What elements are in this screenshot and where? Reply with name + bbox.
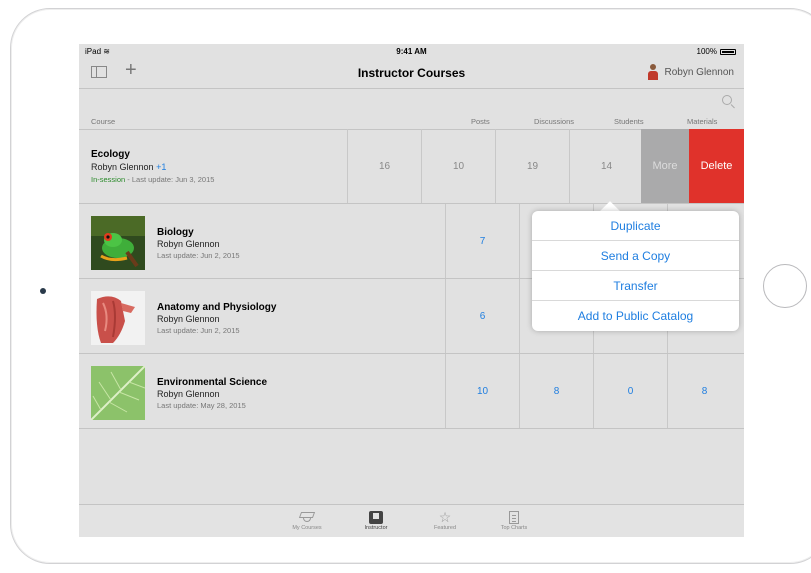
course-title: Anatomy and Physiology xyxy=(157,302,277,313)
course-update: Last update: Jun 2, 2015 xyxy=(157,326,240,335)
popover-send-a-copy[interactable]: Send a Copy xyxy=(532,241,739,271)
cell-posts[interactable]: 16 xyxy=(347,129,421,203)
course-title: Biology xyxy=(157,227,194,238)
course-thumbnail-leaf xyxy=(91,366,145,420)
tab-label: Featured xyxy=(433,525,456,531)
header-posts[interactable]: Posts xyxy=(471,117,490,126)
cell-students[interactable]: 19 xyxy=(495,129,569,203)
app-screen: iPad ≋ 9:41 AM 100% + Instructor Courses… xyxy=(79,44,744,537)
cell-discussions[interactable]: 10 xyxy=(421,129,495,203)
status-time: 9:41 AM xyxy=(396,47,427,56)
course-update: Last update: Jun 2, 2015 xyxy=(157,251,240,260)
cell-materials[interactable]: 8 xyxy=(667,354,741,428)
tab-featured[interactable]: ☆ Featured xyxy=(410,508,480,532)
header-course[interactable]: Course xyxy=(91,117,115,126)
course-author: Robyn Glennon xyxy=(157,239,220,249)
column-headers: Course Posts Discussions Students Materi… xyxy=(79,113,744,130)
popover-add-to-public-catalog[interactable]: Add to Public Catalog xyxy=(532,301,739,331)
course-thumbnail-anatomy xyxy=(91,291,145,345)
battery-icon xyxy=(720,48,736,55)
course-title: Environmental Science xyxy=(157,377,268,388)
front-camera xyxy=(40,288,46,294)
list-icon xyxy=(509,510,519,524)
avatar xyxy=(647,64,659,80)
tab-label: Instructor xyxy=(364,525,388,531)
status-badge: In-session xyxy=(91,175,126,184)
tab-label: Top Charts xyxy=(500,525,528,531)
graduation-cap-icon xyxy=(299,511,315,523)
popover-transfer[interactable]: Transfer xyxy=(532,271,739,301)
cell-posts[interactable]: 7 xyxy=(445,204,519,278)
status-battery: 100% xyxy=(697,47,736,56)
course-author: Robyn Glennon xyxy=(157,314,220,324)
cell-posts[interactable]: 6 xyxy=(445,279,519,353)
course-thumbnail-frog xyxy=(91,216,145,270)
course-author: Robyn Glennon xyxy=(157,389,220,399)
delete-button[interactable]: Delete xyxy=(689,129,744,203)
header-materials[interactable]: Materials xyxy=(687,117,717,126)
more-button[interactable]: More xyxy=(641,129,689,203)
tab-top-charts[interactable]: Top Charts xyxy=(479,509,549,531)
user-profile[interactable]: Robyn Glennon xyxy=(647,64,735,80)
header-discussions[interactable]: Discussions xyxy=(534,117,574,126)
course-update: Last update: May 28, 2015 xyxy=(157,401,246,410)
page-title: Instructor Courses xyxy=(357,66,466,80)
star-icon: ☆ xyxy=(438,508,452,525)
table-row-ecology[interactable]: Ecology Robyn Glennon +1 In-session - La… xyxy=(79,129,744,204)
tab-my-courses[interactable]: My Courses xyxy=(272,509,342,531)
popover-duplicate[interactable]: Duplicate xyxy=(532,211,739,241)
cell-discussions[interactable]: 8 xyxy=(519,354,593,428)
home-button[interactable] xyxy=(763,264,807,308)
instructor-icon xyxy=(369,510,383,524)
user-name: Robyn Glennon xyxy=(664,66,735,78)
cell-materials[interactable]: 14 xyxy=(569,129,643,203)
table-row-environmental-science[interactable]: Environmental Science Robyn Glennon Last… xyxy=(79,354,744,429)
co-instructor-count[interactable]: +1 xyxy=(156,162,166,172)
tab-label: My Courses xyxy=(292,525,322,531)
course-author: Robyn Glennon +1 xyxy=(91,162,167,172)
tab-instructor[interactable]: Instructor xyxy=(341,509,411,531)
navigation-bar: + Instructor Courses Robyn Glennon xyxy=(79,58,744,89)
search-row xyxy=(79,89,744,113)
cell-posts[interactable]: 10 xyxy=(445,354,519,428)
course-title: Ecology xyxy=(91,149,130,160)
course-update: In-session - Last update: Jun 3, 2015 xyxy=(91,175,215,184)
header-students[interactable]: Students xyxy=(614,117,644,126)
cell-students[interactable]: 0 xyxy=(593,354,667,428)
more-actions-popover: Duplicate Send a Copy Transfer Add to Pu… xyxy=(532,211,739,331)
status-bar: iPad ≋ 9:41 AM 100% xyxy=(79,44,744,58)
tab-bar: My Courses Instructor ☆ Featured Top Cha… xyxy=(79,504,744,537)
search-icon[interactable] xyxy=(722,95,732,105)
